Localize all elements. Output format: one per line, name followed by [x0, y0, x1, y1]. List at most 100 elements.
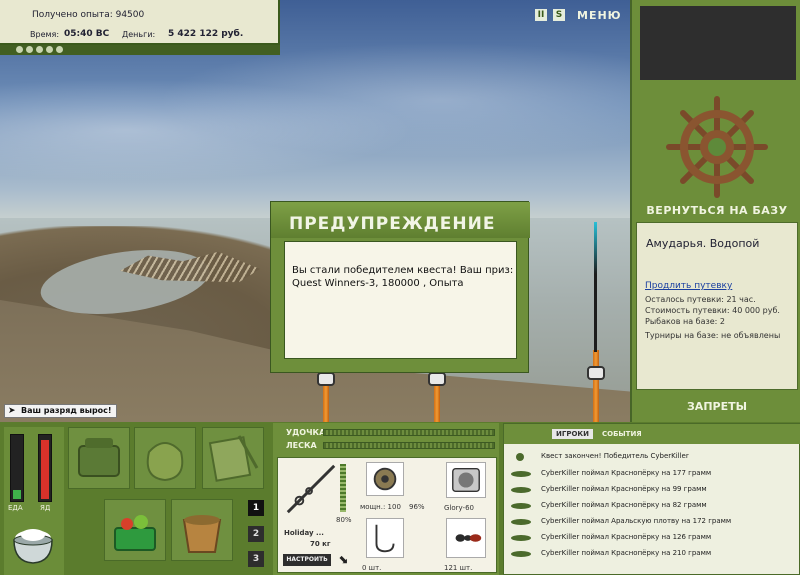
rod-tension-bar: [323, 429, 495, 436]
inventory-slot-basket[interactable]: [104, 499, 166, 561]
time-value: 05:40 ВС: [64, 29, 110, 39]
time-label: Время:: [30, 30, 60, 39]
fish-icon: [511, 519, 531, 525]
rod-condition: 80%: [336, 516, 352, 524]
dialog-body[interactable]: Вы стали победителем квеста! Ваш приз: Q…: [284, 241, 517, 359]
food-meter: [10, 434, 24, 502]
rod-name: Holiday ...: [284, 529, 324, 537]
location-name: Амударья. Водопой: [646, 237, 760, 250]
tackle-setup: 80% Holiday ... 70 кг НАСТРОИТЬ ⬊ мощн.:…: [277, 457, 497, 573]
minimap[interactable]: [640, 6, 796, 80]
fish-icon: [511, 535, 531, 541]
inventory-slot-tacklebox[interactable]: [68, 427, 130, 489]
extend-ticket-link[interactable]: Продлить путевку: [645, 281, 732, 291]
line-label: ЛЕСКА: [286, 441, 317, 450]
fishing-rod-3[interactable]: [593, 350, 599, 422]
fish-icon: [511, 551, 531, 557]
inventory-slot-bucket[interactable]: [171, 499, 233, 561]
dialog-title: ПРЕДУПРЕЖДЕНИЕ: [289, 214, 496, 234]
bait-bag-icon: [146, 442, 184, 482]
inventory-slot-notebook[interactable]: [202, 427, 264, 489]
log-entry: CyberKiller поймал Краснопёрку на 210 гр…: [541, 549, 712, 557]
pause-button[interactable]: II: [535, 9, 547, 21]
fish-icon: [511, 503, 531, 509]
dialog-message: Вы стали победителем квеста! Ваш приз: Q…: [292, 265, 514, 289]
inventory-slot-bag[interactable]: [134, 427, 196, 489]
line-spool-icon: [452, 467, 480, 493]
bait-card[interactable]: [446, 518, 486, 558]
arrow-right-icon: ➤: [8, 406, 16, 416]
top-controls: II S МЕНЮ: [535, 7, 622, 23]
log-entry: CyberKiller поймал Краснопёрку на 126 гр…: [541, 533, 712, 541]
sky-clouds: [0, 40, 630, 190]
rank-up-text: Ваш разряд вырос!: [21, 406, 112, 415]
log-entry: CyberKiller поймал Аральскую плотву на 1…: [541, 517, 732, 525]
rod-condition-bar: [340, 464, 346, 512]
anglers-count: Рыбаков на базе: 2: [645, 317, 725, 326]
line-name: Glory-60: [444, 504, 474, 512]
bait-count: 121 шт.: [444, 564, 473, 572]
rod-panel: УДОЧКА ЛЕСКА 80% Holiday ... 70 кг НАСТР…: [273, 423, 499, 575]
rod-label: УДОЧКА: [286, 428, 326, 437]
ticket-cost: Стоимость путевки: 40 000 руб.: [645, 306, 780, 315]
warning-dialog: ПРЕДУПРЕЖДЕНИЕ Вы стали победителем квес…: [270, 201, 530, 373]
indicator-dot-icon: [36, 46, 43, 53]
arrow-down-right-icon[interactable]: ⬊: [338, 552, 348, 566]
setup-button[interactable]: НАСТРОИТЬ: [283, 554, 331, 566]
reel-1[interactable]: [317, 372, 335, 386]
bans-button[interactable]: ЗАПРЕТЫ: [632, 400, 800, 413]
food-label: ЕДА: [8, 504, 23, 512]
indicator-dot-icon: [56, 46, 63, 53]
reel-condition: 96%: [409, 503, 425, 511]
hooks-count: 0 шт.: [362, 564, 382, 572]
log-header: Квест закончен! Победитель CyberKiller: [541, 452, 689, 460]
indicator-dot-icon: [16, 46, 23, 53]
fish-icon: [511, 471, 531, 477]
tab-events[interactable]: СОБЫТИЯ: [598, 429, 646, 439]
notebook-icon: [208, 435, 259, 482]
ticket-time-left: Осталось путевки: 21 час.: [645, 295, 756, 304]
line-card[interactable]: [446, 462, 486, 498]
poison-label: ЯД: [40, 504, 51, 512]
cooking-pot-icon[interactable]: [8, 518, 58, 568]
tackle-box-icon: [78, 438, 120, 477]
line-tension-bar: [323, 442, 495, 449]
return-to-base-button[interactable]: ВЕРНУТЬСЯ НА БАЗУ: [632, 204, 800, 217]
rod-tip-3: [594, 222, 597, 352]
reel-icon: [373, 467, 397, 491]
rod-icon[interactable]: [282, 460, 340, 518]
reel-2[interactable]: [428, 372, 446, 386]
poison-meter: [38, 434, 52, 502]
ant-bait-icon: [455, 534, 482, 542]
right-panel: ВЕРНУТЬСЯ НА БАЗУ Амударья. Водопой Прод…: [630, 0, 800, 422]
menu-button[interactable]: МЕНЮ: [577, 9, 622, 22]
player-info-panel: Получено опыта: 94500 Время: 05:40 ВС Де…: [0, 0, 280, 45]
ship-wheel-icon[interactable]: [665, 95, 769, 199]
hook-card[interactable]: [366, 518, 404, 558]
money-label: Деньги:: [122, 30, 156, 39]
indicator-dot-icon: [26, 46, 33, 53]
events-log-panel: ИГРОКИ СОБЫТИЯ Квест закончен! Победител…: [503, 423, 800, 575]
inventory-page-3[interactable]: 3: [248, 551, 264, 567]
log-entry: CyberKiller поймал Краснопёрку на 99 гра…: [541, 485, 707, 493]
inventory-page-1[interactable]: 1: [248, 500, 264, 516]
sound-button[interactable]: S: [553, 9, 565, 21]
dialog-header: ПРЕДУПРЕЖДЕНИЕ: [271, 202, 530, 238]
log-tabs: ИГРОКИ СОБЫТИЯ: [504, 424, 800, 444]
tab-players[interactable]: ИГРОКИ: [552, 429, 593, 439]
reel-3[interactable]: [587, 366, 605, 380]
reel-power: мощн.: 100: [360, 503, 401, 511]
log-entry: CyberKiller поймал Краснопёрку на 82 гра…: [541, 501, 707, 509]
inventory-page-2[interactable]: 2: [248, 526, 264, 542]
food-basket-icon: [114, 515, 156, 551]
tournaments-status: Турниры на базе: не объявлены: [645, 331, 781, 340]
log-entry: CyberKiller поймал Краснопёрку на 177 гр…: [541, 469, 712, 477]
info-strip: [0, 45, 280, 55]
rank-up-notification[interactable]: ➤ Ваш разряд вырос!: [4, 404, 117, 418]
poison-meter-fill: [41, 440, 49, 499]
reel-card[interactable]: [366, 462, 404, 496]
money-value: 5 422 122 руб.: [168, 29, 244, 39]
indicator-dot-icon: [46, 46, 53, 53]
hook-icon: [375, 524, 395, 553]
quest-status-icon: [516, 453, 524, 461]
